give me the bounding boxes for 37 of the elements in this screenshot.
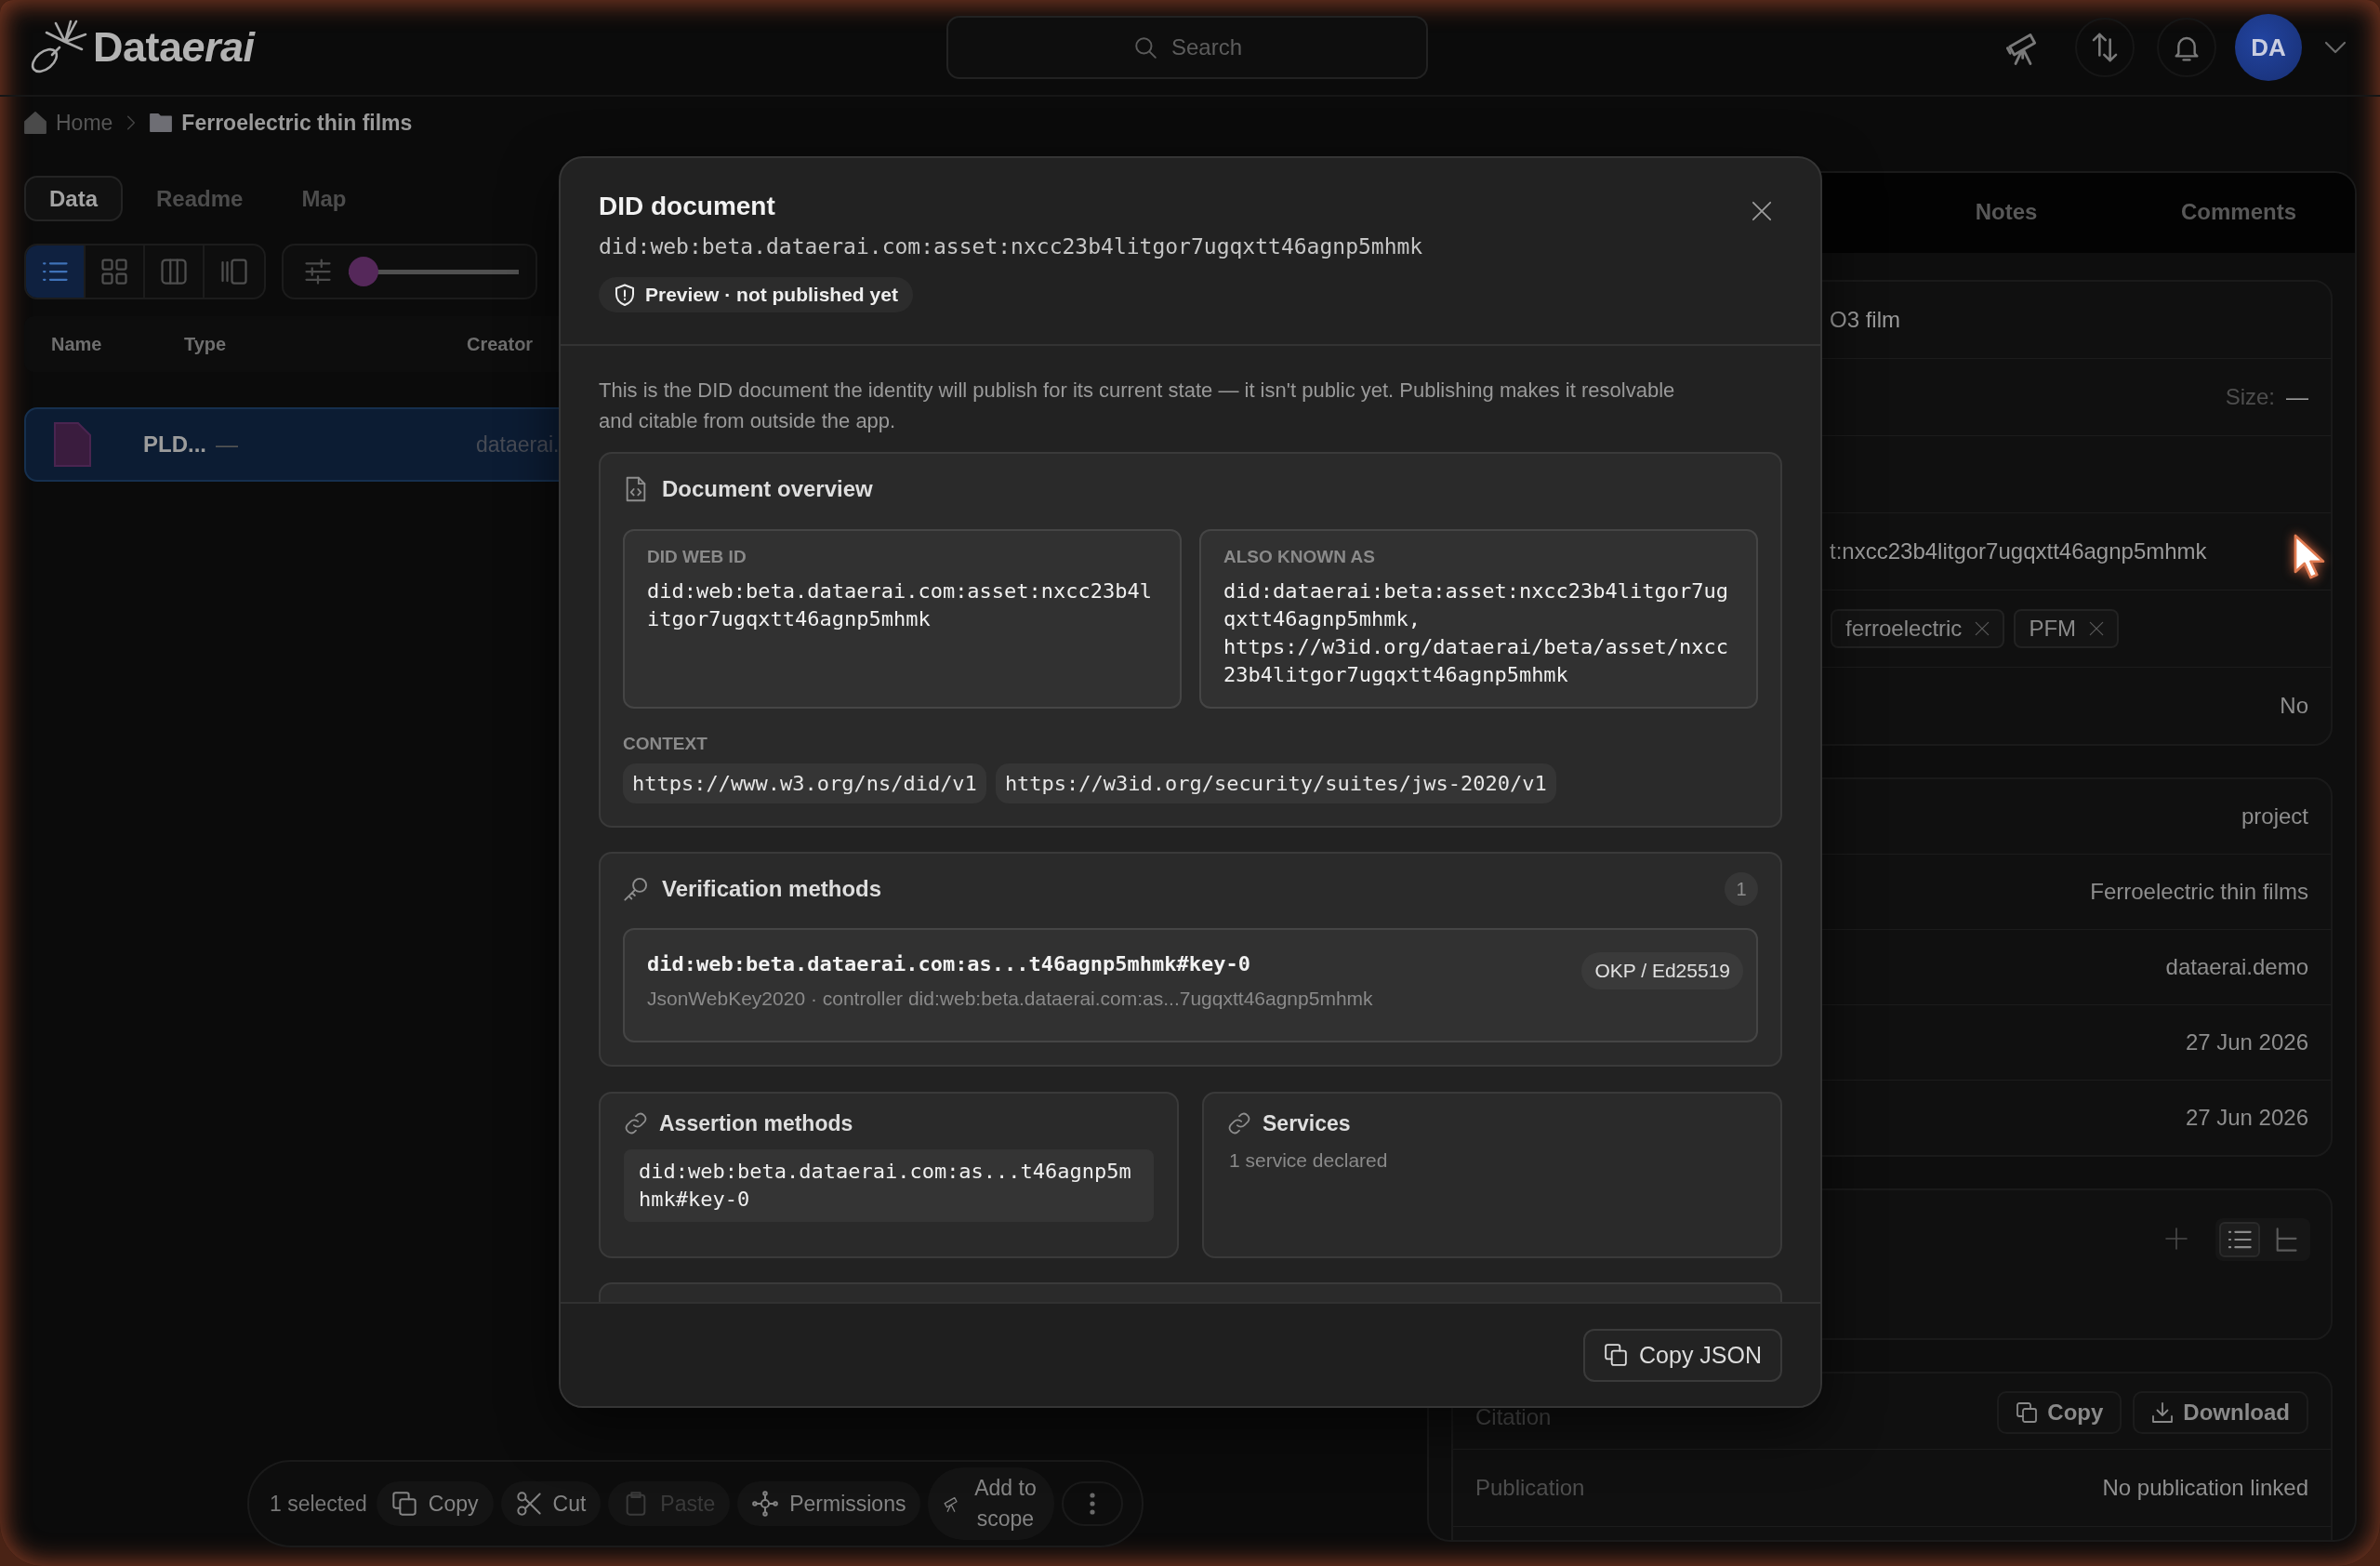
context-url: https://w3id.org/security/suites/jws-2020/v1 xyxy=(995,763,1556,803)
section-title: Services xyxy=(1263,1110,1351,1136)
detail-value: dataerai.demo xyxy=(2165,954,2308,980)
detail-value: No xyxy=(2280,693,2308,719)
dialog-title: DID document xyxy=(599,191,775,222)
detail-value: 27 Jun 2026 xyxy=(2185,1105,2308,1131)
detail-value: Ferroelectric thin films xyxy=(2090,879,2308,905)
key-type-badge: OKP / Ed25519 xyxy=(1581,952,1743,989)
selection-count: 1 selected xyxy=(270,1491,367,1517)
field-value: did:web:beta.dataerai.com:asset:nxcc23b4litgor7ugqxtt46agnp5mhmk xyxy=(647,578,1154,632)
field-value: https://w3id.org/dataerai/beta/asset/nxcc23b4litgor7ugqxtt46agnp5mhmk xyxy=(1223,634,1730,688)
section-title: Verification methods xyxy=(662,876,882,902)
status-text: Preview · not published yet xyxy=(645,284,898,306)
publication-value: No publication linked xyxy=(2102,1475,2308,1501)
logo-wordmark: Dataerai xyxy=(93,23,255,72)
section-title: Document overview xyxy=(662,476,873,502)
detail-value: — xyxy=(2286,384,2308,410)
detail-value: O3 film xyxy=(1830,307,1900,333)
assertion-id: did:web:beta.dataerai.com:as...t46agnp5mhmk#key-0 xyxy=(639,1159,1132,1213)
services-summary: 1 service declared xyxy=(1229,1149,1389,1172)
did-identifier: did:web:beta.dataerai.com:asset:nxcc23b4litgor7ugqxtt46agnp5mhmk xyxy=(599,233,1424,260)
file-type: — xyxy=(216,431,238,458)
section-title: Assertion methods xyxy=(659,1110,853,1136)
file-creator: dataerai. xyxy=(476,431,560,458)
field-label: DID WEB ID xyxy=(647,546,747,568)
file-name: PLD... xyxy=(143,431,206,458)
publication-label: Publication xyxy=(1475,1475,1585,1501)
method-id: did:web:beta.dataerai.com:as...t46agnp5mhmk#key-0 xyxy=(647,951,1251,977)
context-label: CONTEXT xyxy=(623,733,708,755)
method-detail: JsonWebKey2020 · controller did:web:beta.dataerai.com:as...7ugqxtt46agnp5mhmk xyxy=(647,988,1374,1010)
count-badge: 1 xyxy=(1725,872,1758,906)
field-label: ALSO KNOWN AS xyxy=(1223,546,1376,568)
detail-value: project xyxy=(2241,803,2308,829)
detail-label: Size: xyxy=(2225,384,2275,410)
context-url: https://www.w3.org/ns/did/v1 xyxy=(623,763,986,803)
detail-value: t:nxcc23b4litgor7ugqxtt46agnp5mhmk xyxy=(1830,538,2207,564)
detail-value: 27 Jun 2026 xyxy=(2185,1029,2308,1055)
